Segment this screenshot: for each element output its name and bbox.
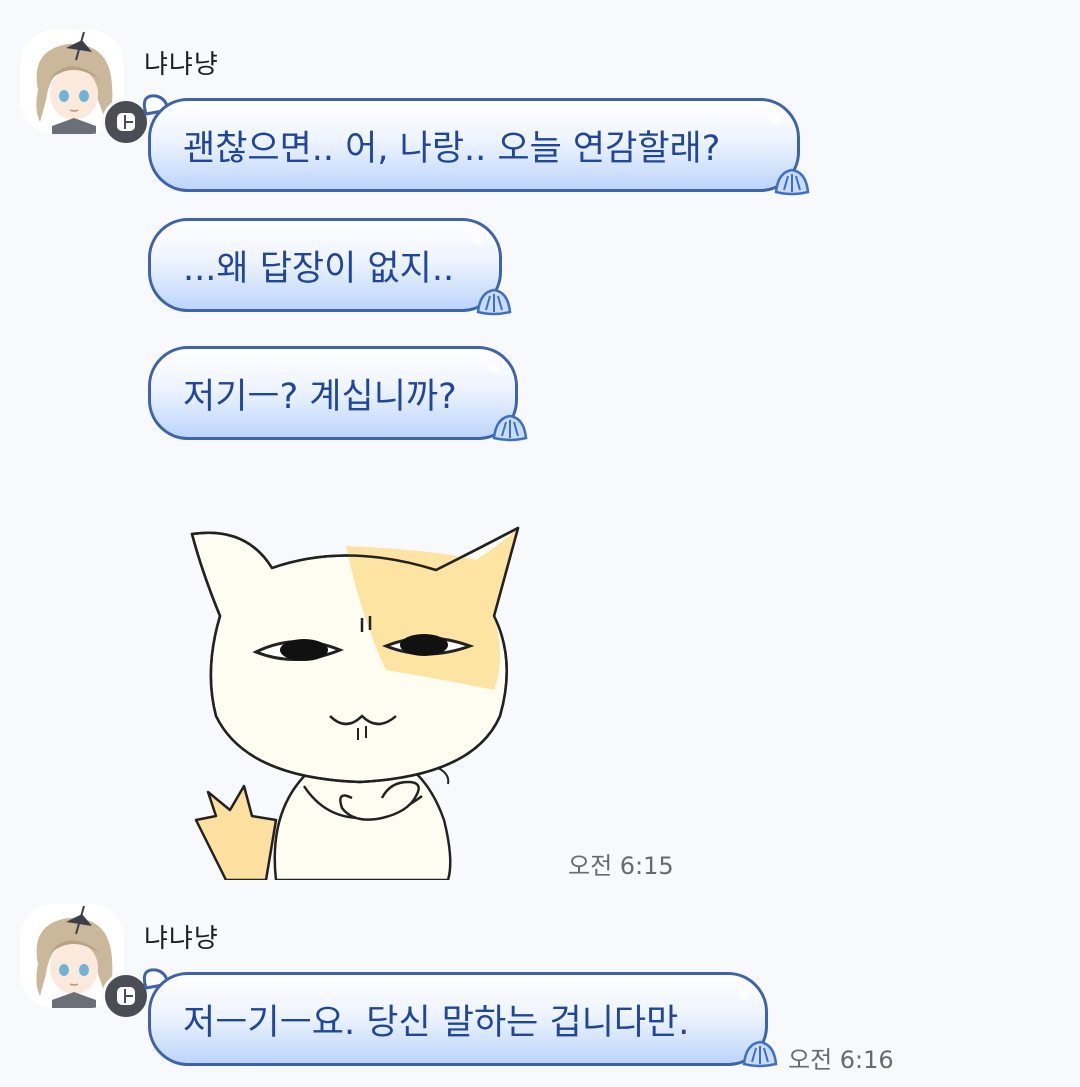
shell-icon: [476, 288, 512, 316]
shell-icon: [774, 168, 810, 196]
message-bubble[interactable]: 저기ㅡ? 계십니까?: [148, 346, 518, 440]
shell-icon: [742, 1040, 778, 1068]
bubble-shine: [739, 989, 749, 999]
cat-sticker-arms-crossed[interactable]: [186, 520, 526, 880]
message-text: 저ㅡ기ㅡ요. 당신 말하는 겁니다만.: [183, 1002, 690, 1043]
sender-avatar[interactable]: [20, 30, 150, 146]
sender-name: 냐냐냥: [144, 50, 219, 80]
sender-avatar[interactable]: [20, 904, 150, 1020]
message-time: 오전 6:16: [788, 1046, 894, 1074]
message-time: 오전 6:15: [568, 852, 674, 880]
message-text: 저기ㅡ? 계십니까?: [183, 376, 457, 417]
bubble-shine: [473, 235, 483, 245]
sender-name: 냐냐냥: [144, 924, 219, 954]
message-text: 괜찮으면.. 어, 나랑.. 오늘 연감할래?: [183, 128, 721, 169]
shell-icon: [492, 414, 528, 442]
message-bubble[interactable]: 저ㅡ기ㅡ요. 당신 말하는 겁니다만.: [148, 972, 768, 1066]
bubble-shine: [771, 115, 781, 125]
message-text: ...왜 답장이 없지..: [183, 248, 455, 289]
message-bubble[interactable]: ...왜 답장이 없지..: [148, 218, 502, 312]
bubble-shine: [489, 363, 499, 373]
chat-view: 냐냐냥 괜찮으면.. 어, 나랑.. 오늘 연감할래? ...왜 답장이 없지.…: [0, 0, 1080, 1087]
message-bubble[interactable]: 괜찮으면.. 어, 나랑.. 오늘 연감할래?: [148, 98, 800, 192]
